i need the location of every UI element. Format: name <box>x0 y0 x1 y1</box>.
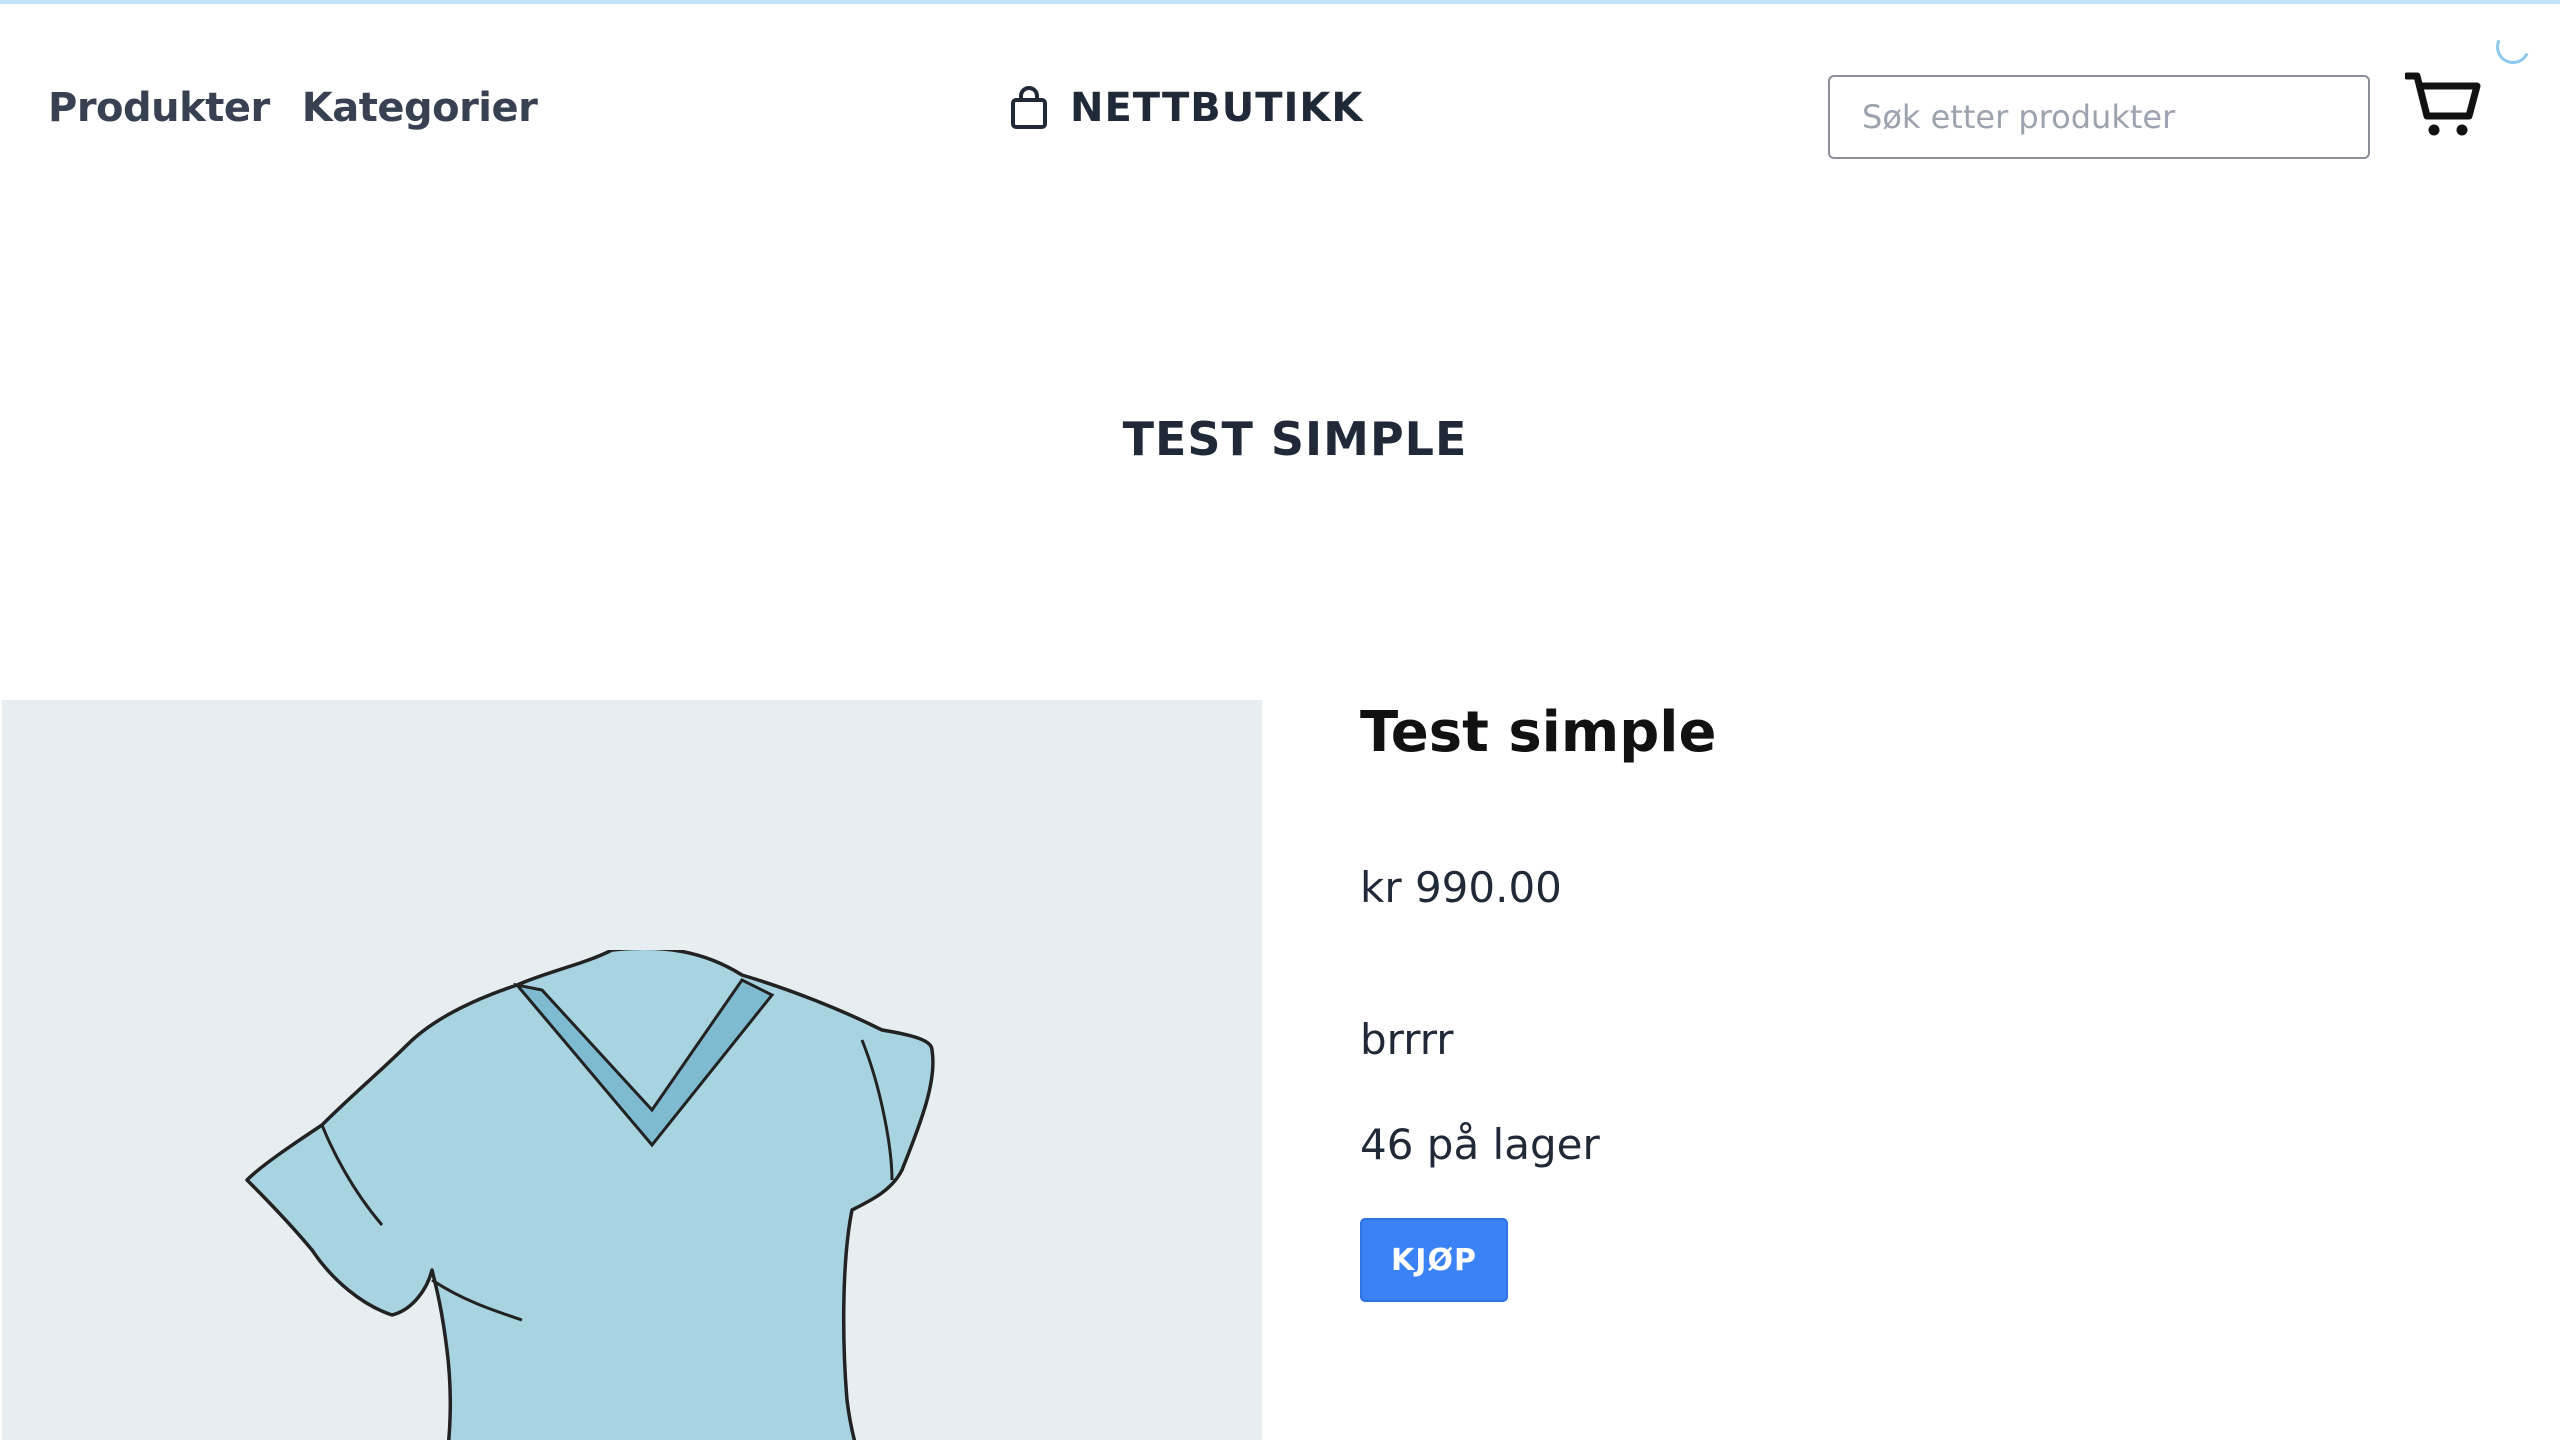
page-title: TEST SIMPLE <box>1122 412 1468 466</box>
nav-link-categories[interactable]: Kategorier <box>302 85 538 131</box>
brand-name: NETTBUTIKK <box>1070 85 1364 131</box>
stock-status: 46 på lager <box>1360 1120 1600 1169</box>
product-title: Test simple <box>1360 700 1717 765</box>
main-nav: Produkter Kategorier <box>48 85 538 131</box>
product-image <box>2 700 1262 1440</box>
cart-button[interactable] <box>2403 70 2481 140</box>
product-description: brrrr <box>1360 1015 1454 1064</box>
nav-link-products[interactable]: Produkter <box>48 85 270 131</box>
cart-icon <box>2403 72 2481 136</box>
search-input[interactable] <box>1828 75 2370 159</box>
brand-logo[interactable]: NETTBUTIKK <box>1010 85 1363 131</box>
t-shirt-illustration <box>245 950 935 1440</box>
buy-button[interactable]: KJØP <box>1360 1218 1508 1302</box>
site-header: Produkter Kategorier NETTBUTIKK <box>0 0 2560 230</box>
product-price: kr 990.00 <box>1360 863 1562 912</box>
shopping-bag-icon <box>1011 86 1047 129</box>
